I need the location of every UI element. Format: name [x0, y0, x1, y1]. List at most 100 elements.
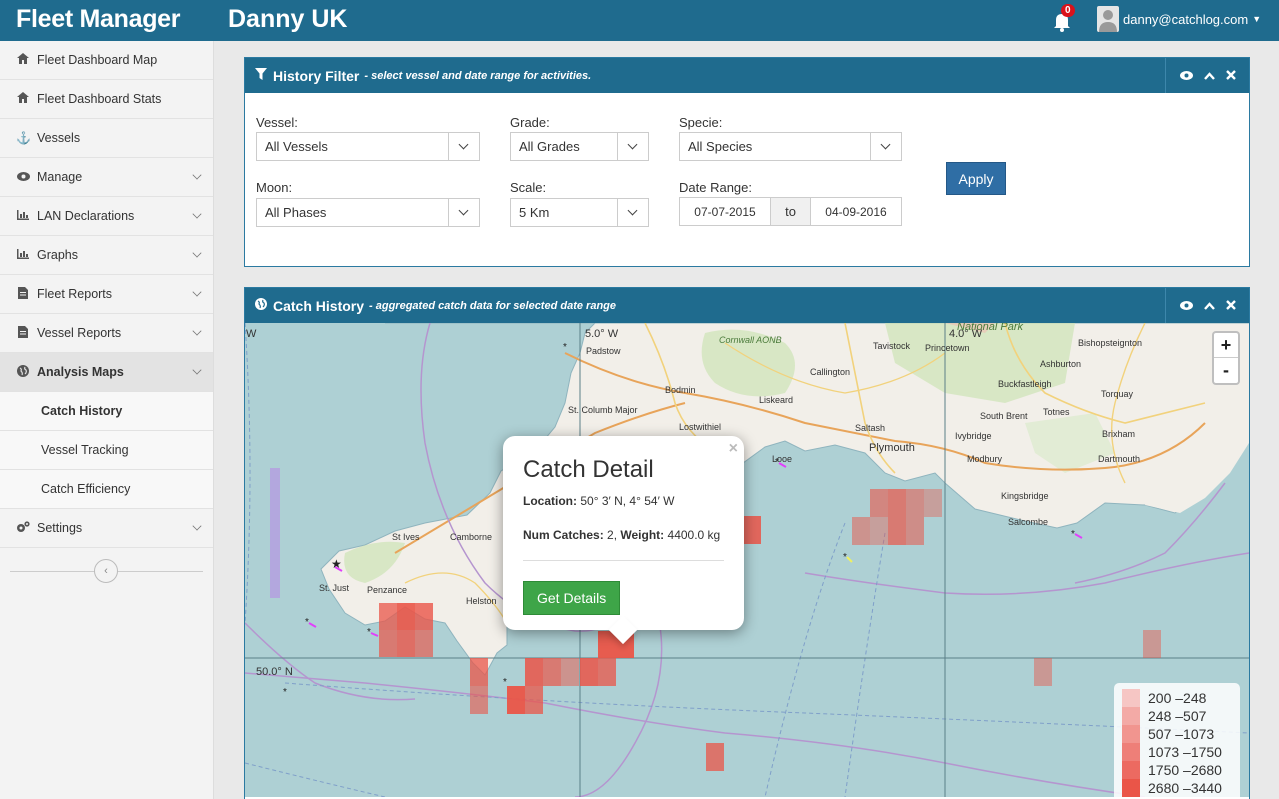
sidebar-item-label: Analysis Maps [37, 365, 124, 379]
date-from-input[interactable]: 07-07-2015 [679, 197, 771, 226]
chevron-up-icon[interactable] [1203, 299, 1215, 313]
legend-row: 1073 –1750 [1122, 743, 1232, 761]
apply-button[interactable]: Apply [946, 162, 1006, 195]
legend-swatch [1122, 725, 1140, 743]
legend-swatch [1122, 689, 1140, 707]
chevron-down-icon [192, 248, 202, 258]
eye-icon[interactable] [1179, 299, 1193, 313]
eye-icon [16, 170, 30, 184]
catches-value: 2, [607, 528, 618, 542]
avatar [1097, 6, 1119, 32]
panel-subtitle: - aggregated catch data for selected dat… [369, 299, 616, 312]
sidebar-subitem-catch-history[interactable]: Catch History [0, 392, 213, 431]
legend-range: 200 –248 [1148, 690, 1207, 706]
specie-select[interactable]: All Species [679, 132, 902, 161]
close-icon[interactable] [1225, 69, 1236, 83]
grade-select[interactable]: All Grades [510, 132, 649, 161]
caret-down-icon: ▼ [1252, 14, 1262, 24]
notification-badge: 0 [1061, 4, 1075, 17]
svg-text:*: * [843, 552, 847, 563]
sidebar-item-fleet-dashboard-stats[interactable]: Fleet Dashboard Stats [0, 80, 213, 119]
get-details-button[interactable]: Get Details [523, 581, 621, 615]
legend-row: 200 –248 [1122, 689, 1232, 707]
sidebar-item-lan-declarations[interactable]: LAN Declarations [0, 197, 213, 236]
chevron-down-icon [192, 326, 202, 336]
sidebar-item-graphs[interactable]: Graphs [0, 236, 213, 275]
scale-label: Scale: [510, 180, 547, 195]
sidebar-item-label: Fleet Dashboard Stats [37, 92, 162, 106]
sidebar-item-vessel-reports[interactable]: Vessel Reports [0, 314, 213, 353]
bar-chart-icon [16, 248, 30, 262]
scale-select[interactable]: 5 Km [510, 198, 649, 227]
zoom-in-button[interactable]: + [1214, 333, 1238, 358]
grade-select-value: All Grades [519, 139, 580, 154]
legend-range: 1750 –2680 [1148, 762, 1222, 778]
user-email: danny@catchlog.com [1123, 11, 1249, 27]
vessel-select-value: All Vessels [265, 139, 328, 154]
sidebar: Fleet Dashboard Map Fleet Dashboard Stat… [0, 41, 214, 799]
specie-select-value: All Species [688, 139, 753, 154]
svg-text:*: * [563, 342, 567, 353]
popup-close-button[interactable]: × [729, 440, 738, 458]
eye-icon[interactable] [1179, 69, 1193, 83]
org-name: Danny UK [228, 5, 348, 33]
sidebar-subitem-vessel-tracking[interactable]: Vessel Tracking [0, 431, 213, 470]
app-brand[interactable]: Fleet Manager [16, 5, 181, 34]
sidebar-subitem-catch-efficiency[interactable]: Catch Efficiency [0, 470, 213, 509]
grade-label: Grade: [510, 115, 550, 130]
weight-label: Weight: [620, 528, 665, 542]
sidebar-item-label: LAN Declarations [37, 209, 135, 223]
sidebar-item-label: Vessel Reports [37, 326, 122, 340]
date-range-label: Date Range: [679, 180, 752, 195]
gears-icon [16, 520, 30, 536]
map-legend: 200 –248 248 –507 507 –1073 1073 –1750 1… [1114, 683, 1240, 797]
sidebar-item-fleet-reports[interactable]: Fleet Reports [0, 275, 213, 314]
specie-label: Specie: [679, 115, 723, 130]
chevron-up-icon[interactable] [1203, 69, 1215, 83]
sidebar-item-manage[interactable]: Manage [0, 158, 213, 197]
chevron-left-icon: ‹ [104, 565, 108, 577]
svg-text:*: * [1071, 529, 1075, 540]
moon-label: Moon: [256, 180, 293, 195]
map-canvas[interactable]: ★ * * * * * * * * [245, 323, 1249, 797]
chevron-down-icon [192, 365, 202, 375]
chevron-down-icon [617, 199, 648, 226]
catches-label: Num Catches: [523, 528, 604, 542]
globe-icon [16, 364, 30, 380]
sidebar-item-vessels[interactable]: ⚓ Vessels [0, 119, 213, 158]
sidebar-item-analysis-maps[interactable]: Analysis Maps [0, 353, 213, 392]
user-menu[interactable]: danny@catchlog.com ▼ [1097, 4, 1261, 34]
vessel-select[interactable]: All Vessels [256, 132, 480, 161]
globe-icon [255, 298, 269, 313]
legend-range: 2680 –3440 [1148, 780, 1222, 796]
close-icon[interactable] [1225, 299, 1236, 313]
sidebar-divider: ‹ [10, 559, 203, 583]
chevron-down-icon [192, 209, 202, 219]
document-icon [16, 286, 30, 302]
legend-swatch [1122, 779, 1140, 797]
date-to-separator: to [771, 197, 810, 226]
moon-select[interactable]: All Phases [256, 198, 480, 227]
date-to-input[interactable]: 04-09-2016 [810, 197, 902, 226]
svg-text:*: * [775, 457, 779, 468]
weight-value: 4400.0 kg [667, 528, 721, 542]
sidebar-item-label: Manage [37, 170, 83, 184]
bar-chart-icon [16, 209, 30, 223]
sidebar-item-label: Fleet Reports [37, 287, 113, 301]
catch-map[interactable]: ★ * * * * * * * * Padstow Cornwall AONB … [245, 323, 1249, 797]
legend-swatch [1122, 707, 1140, 725]
popup-location: Location: 50° 3′ N, 4° 54′ W [523, 494, 724, 508]
sidebar-item-settings[interactable]: Settings [0, 509, 213, 548]
panel-subtitle: - select vessel and date range for activ… [364, 69, 592, 82]
anchor-icon: ⚓ [16, 131, 31, 145]
zoom-control: + - [1212, 331, 1240, 385]
scale-select-value: 5 Km [519, 205, 550, 220]
popup-divider [523, 560, 724, 561]
panel-title: Catch History [273, 297, 365, 314]
zoom-out-button[interactable]: - [1214, 358, 1238, 383]
legend-row: 507 –1073 [1122, 725, 1232, 743]
sidebar-collapse-button[interactable]: ‹ [94, 559, 118, 583]
sidebar-item-fleet-dashboard-map[interactable]: Fleet Dashboard Map [0, 41, 213, 80]
svg-text:*: * [367, 627, 371, 638]
chevron-down-icon [192, 521, 202, 531]
